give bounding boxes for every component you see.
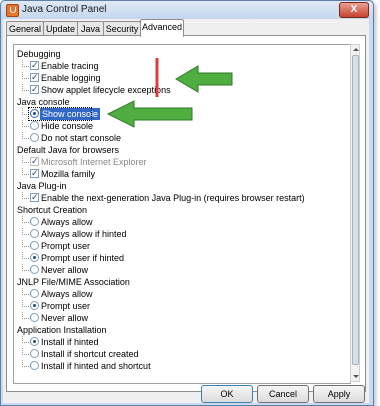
tree-item-label: Never allow [41,313,89,323]
enable-logging-checkbox[interactable] [30,71,39,83]
tree-item-label: Enable logging [41,73,101,83]
tree-item-label: Always allow if hinted [41,229,127,239]
scroll-up-arrow-icon[interactable] [353,48,359,51]
tab-general[interactable]: General [6,21,44,36]
shortcut-always-radio[interactable] [30,217,39,226]
tree-item-label: Do not start console [41,133,122,143]
client-area: General Update Java Security Advanced De… [3,19,369,403]
install-shortcut-radio[interactable] [30,349,39,358]
tree-item-label: Microsoft Internet Explorer [41,157,147,167]
jnlp-always-radio[interactable] [30,289,39,298]
install-hinted-shortcut-radio[interactable] [30,361,39,370]
tree-item-label: Never allow [41,265,89,275]
tree-item-label: Install if shortcut created [41,349,139,359]
tree-item-label: Hide console [41,121,94,131]
advanced-panel: Debugging Enable tracing Enable logging … [6,35,366,392]
tree-item-label: Prompt user [41,301,91,311]
tree-item-label: Install if hinted and shortcut [41,361,151,371]
cancel-button[interactable]: Cancel [257,385,309,403]
focus-rectangle [28,107,92,121]
hide-console-radio[interactable] [30,121,39,130]
category-shortcut-creation: Shortcut Creation [17,205,88,215]
tree-item-label: Enable tracing [41,61,99,71]
ie-checkbox [30,155,39,167]
tree-item-label: Always allow [41,217,93,227]
scrollbar-thumb[interactable] [352,55,359,365]
scroll-down-arrow-icon[interactable] [353,375,359,378]
no-console-radio[interactable] [30,133,39,142]
apply-button[interactable]: Apply [313,385,365,403]
tab-java[interactable]: Java [77,21,104,36]
shortcut-prompt-radio[interactable] [30,241,39,250]
java-app-icon [6,4,19,17]
tab-advanced[interactable]: Advanced [140,19,184,37]
jnlp-never-radio[interactable] [30,313,39,322]
window-title: Java Control Panel [22,4,107,15]
vertical-scrollbar[interactable] [350,44,360,382]
install-hinted-radio[interactable] [30,337,39,346]
ok-button[interactable]: OK [201,385,253,403]
category-jnlp: JNLP File/MIME Association [17,277,130,287]
applet-exceptions-checkbox[interactable] [30,83,39,95]
tree-item-label: Install if hinted [41,337,99,347]
shortcut-prompt-hinted-radio[interactable] [30,253,39,262]
settings-tree: Debugging Enable tracing Enable logging … [13,44,351,384]
tab-security[interactable]: Security [103,21,141,36]
tree-item-label: Always allow [41,289,93,299]
tree-item-label: Prompt user [41,241,91,251]
shortcut-always-hinted-radio[interactable] [30,229,39,238]
java-control-panel-window: Java Control Panel X General Update Java… [0,0,374,406]
mozilla-checkbox[interactable] [30,167,39,179]
enable-tracing-checkbox[interactable] [30,59,39,71]
tab-update[interactable]: Update [43,21,78,36]
next-gen-plugin-checkbox[interactable] [30,191,39,203]
jnlp-prompt-radio[interactable] [30,301,39,310]
category-debugging: Debugging [17,49,61,59]
category-app-install: Application Installation [17,325,107,335]
tree-item-label: Enable the next-generation Java Plug-in … [41,193,305,203]
shortcut-never-radio[interactable] [30,265,39,274]
tree-item-label: Prompt user if hinted [41,253,125,263]
title-bar[interactable]: Java Control Panel X [1,1,373,19]
tree-item-label: Mozilla family [41,169,96,179]
close-button[interactable]: X [339,2,369,18]
category-java-plugin: Java Plug-in [17,181,67,191]
tree-item-label: Show applet lifecycle exceptions [41,85,171,95]
